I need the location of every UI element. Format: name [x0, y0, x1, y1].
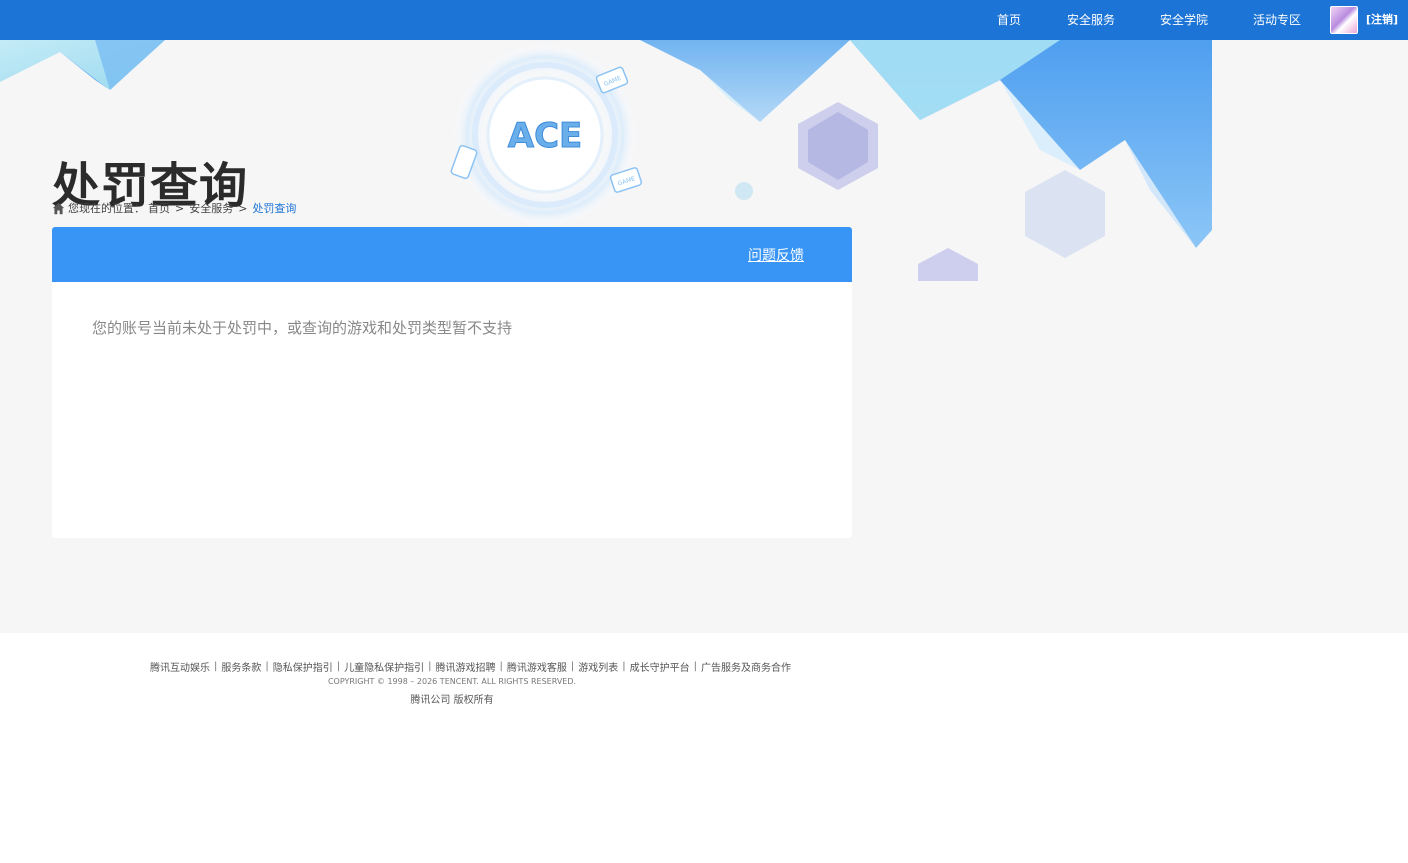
footer-separator: |	[214, 661, 218, 672]
ace-logo-text: ACE	[508, 116, 583, 156]
breadcrumb-prefix: 您现在的位置：	[68, 202, 145, 215]
footer-link-game-list[interactable]: 游戏列表	[578, 659, 618, 674]
footer-link-terms[interactable]: 服务条款	[221, 659, 261, 674]
result-message: 您的账号当前未处于处罚中，或查询的游戏和处罚类型暂不支持	[92, 319, 513, 337]
footer-separator: |	[499, 661, 503, 672]
nav-item-activities[interactable]: 活动专区	[1253, 0, 1301, 40]
footer-link-support[interactable]: 腾讯游戏客服	[507, 659, 567, 674]
logout-link[interactable]: [注销]	[1366, 0, 1398, 40]
company-text: 腾讯公司 版权所有	[410, 695, 494, 706]
top-nav-bar: 首页 安全服务 安全学院 活动专区 [注销]	[0, 0, 1408, 40]
footer-link-ads[interactable]: 广告服务及商务合作	[701, 659, 791, 674]
footer-link-child-privacy[interactable]: 儿童隐私保护指引	[344, 659, 424, 674]
panel-header: 问题反馈	[52, 227, 852, 282]
breadcrumb: 您现在的位置： 首页 > 安全服务 > 处罚查询	[52, 200, 296, 216]
result-panel: 问题反馈 您的账号当前未处于处罚中，或查询的游戏和处罚类型暂不支持	[52, 227, 852, 538]
footer-link-jobs[interactable]: 腾讯游戏招聘	[436, 659, 496, 674]
footer-link-growth-guard[interactable]: 成长守护平台	[630, 659, 690, 674]
nav-item-security-service[interactable]: 安全服务	[1067, 0, 1115, 40]
breadcrumb-item-home[interactable]: 首页	[148, 200, 170, 216]
nav-item-security-academy[interactable]: 安全学院	[1160, 0, 1208, 40]
nav-item-home[interactable]: 首页	[997, 0, 1021, 40]
feedback-link[interactable]: 问题反馈	[748, 245, 804, 265]
footer-link-privacy[interactable]: 隐私保护指引	[273, 659, 333, 674]
breadcrumb-current: 处罚查询	[252, 202, 297, 215]
breadcrumb-separator: >	[238, 201, 248, 215]
copyright-text: COPYRIGHT © 1998 – 2026 TENCENT. ALL RIG…	[327, 677, 577, 686]
breadcrumb-separator: >	[175, 201, 185, 215]
footer-separator: |	[336, 661, 341, 672]
footer-separator: |	[622, 661, 626, 672]
footer-link-tencent-ent[interactable]: 腾讯互动娱乐	[150, 659, 210, 674]
home-icon	[52, 202, 65, 214]
breadcrumb-item-security-service[interactable]: 安全服务	[189, 200, 233, 216]
footer: 腾讯互动娱乐 | 服务条款 | 隐私保护指引 | 儿童隐私保护指引 | 腾讯游戏…	[0, 633, 1408, 863]
footer-separator: |	[570, 661, 575, 672]
footer-links: 腾讯互动娱乐 | 服务条款 | 隐私保护指引 | 儿童隐私保护指引 | 腾讯游戏…	[150, 659, 791, 674]
user-avatar[interactable]	[1330, 6, 1358, 34]
footer-separator: |	[265, 661, 269, 672]
footer-separator: |	[693, 661, 697, 672]
footer-separator: |	[428, 661, 432, 672]
